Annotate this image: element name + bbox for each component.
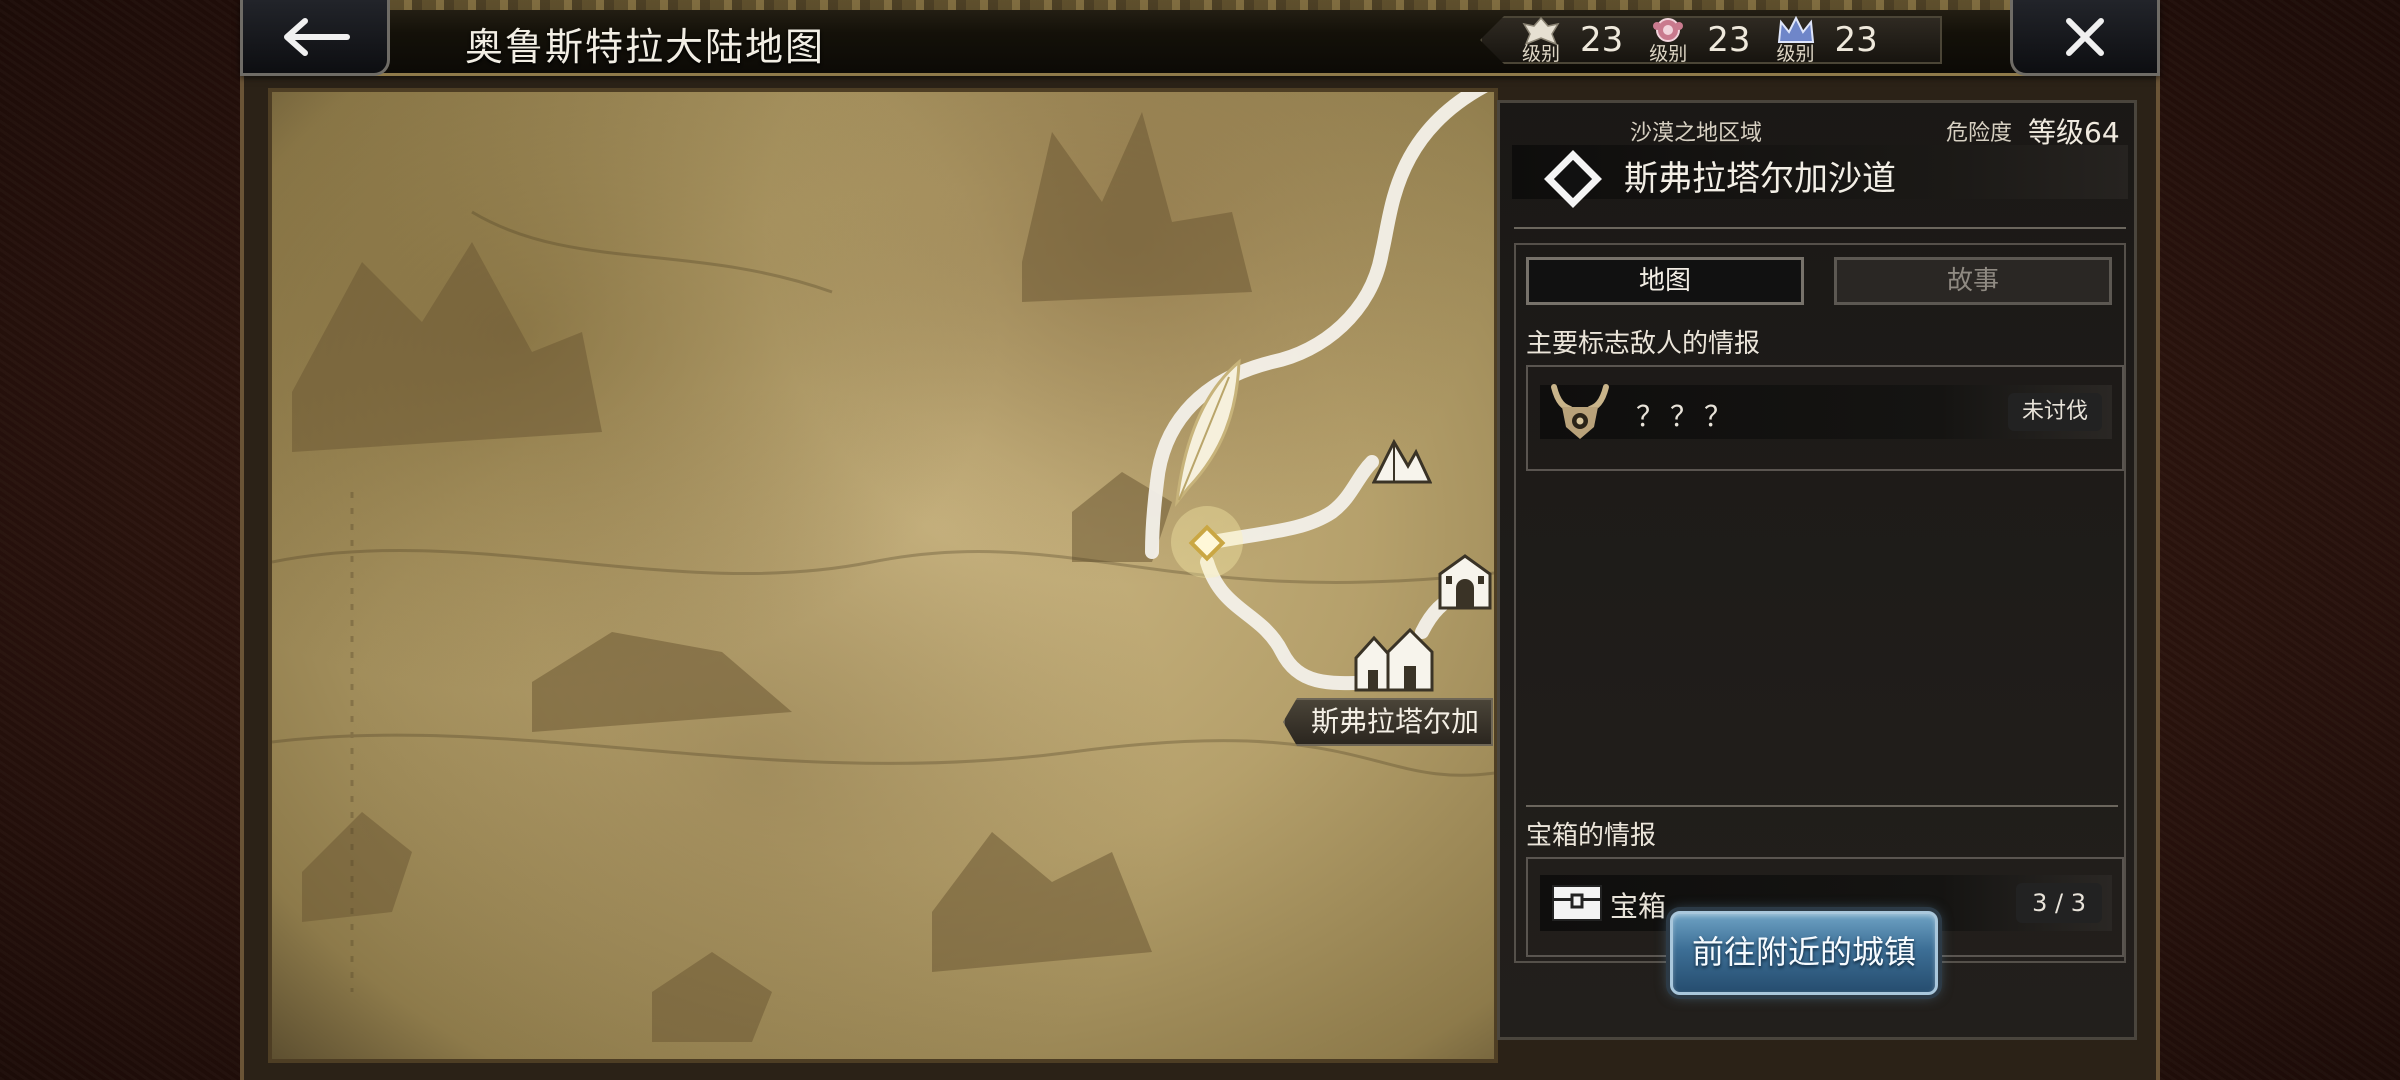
enemy-name: ？？？ <box>1636 400 1739 433</box>
level-value-2: 23 <box>1707 20 1751 60</box>
enemy-row[interactable]: ？？？ 未讨伐 <box>1540 384 2112 439</box>
level-value-1: 23 <box>1580 20 1624 60</box>
area-diamond-icon <box>1544 150 1602 208</box>
top-bar: 奥鲁斯特拉大陆地图 级别 23 级别 23 级别 23 <box>240 0 2160 76</box>
tab-map[interactable]: 地图 <box>1526 257 1804 305</box>
region-label: 沙漠之地区域 <box>1630 121 1763 146</box>
area-info-panel: 沙漠之地区域 危险度 等级64 斯弗拉塔尔加沙道 地图 故事 主要标志敌人的情报… <box>1497 100 2137 1040</box>
divider <box>1526 805 2118 807</box>
map-terrain <box>272 92 1494 1042</box>
enemy-list: ？？？ 未讨伐 <box>1526 365 2124 471</box>
camp-tent-icon[interactable] <box>1372 432 1432 484</box>
level-indicator-2: 级别 23 <box>1645 16 1751 65</box>
page-title: 奥鲁斯特拉大陆地图 <box>465 25 826 69</box>
horned-demon-icon <box>1551 384 1609 439</box>
level-word-2: 级别 <box>1649 43 1688 65</box>
go-to-nearby-town-button[interactable]: 前往附近的城镇 <box>1670 911 1938 995</box>
feather-quill-icon <box>1174 358 1241 507</box>
chest-section-title: 宝箱的情报 <box>1526 821 1657 851</box>
treasure-chest-icon <box>1552 885 1602 921</box>
level-indicator-1: 级别 23 <box>1518 16 1623 64</box>
town-label[interactable]: 斯弗拉塔尔加 <box>1283 698 1493 746</box>
castle-gate-icon[interactable] <box>1436 552 1494 610</box>
town-houses-icon[interactable] <box>1354 622 1434 692</box>
back-button[interactable] <box>240 0 390 76</box>
town-label-text: 斯弗拉塔尔加 <box>1311 705 1480 738</box>
danger-label: 危险度 <box>1946 121 2013 146</box>
area-name: 斯弗拉塔尔加沙道 <box>1624 159 1896 199</box>
enemy-section-title: 主要标志敌人的情报 <box>1526 329 1761 359</box>
level-word-3: 级别 <box>1776 43 1815 65</box>
close-button[interactable] <box>2010 0 2160 76</box>
chest-name: 宝箱 <box>1610 890 1667 923</box>
level-indicators: 级别 23 级别 23 级别 23 <box>1480 16 1942 64</box>
level-indicator-3: 级别 23 <box>1773 16 1878 64</box>
divider <box>1514 227 2126 229</box>
level-value-3: 23 <box>1834 20 1878 60</box>
enemy-status-badge: 未讨伐 <box>2007 393 2102 431</box>
tab-container: 地图 故事 主要标志敌人的情报 ？？？ 未讨伐 宝箱的情报 宝箱 3 / 3 <box>1514 243 2126 963</box>
chest-count: 3 / 3 <box>2016 883 2102 923</box>
world-map[interactable] <box>268 88 1498 1063</box>
level-word-1: 级别 <box>1521 43 1560 65</box>
arrow-left-icon <box>284 17 350 56</box>
tab-story[interactable]: 故事 <box>1834 257 2112 305</box>
current-location-diamond-icon[interactable] <box>1188 524 1226 562</box>
close-icon <box>2066 17 2104 56</box>
